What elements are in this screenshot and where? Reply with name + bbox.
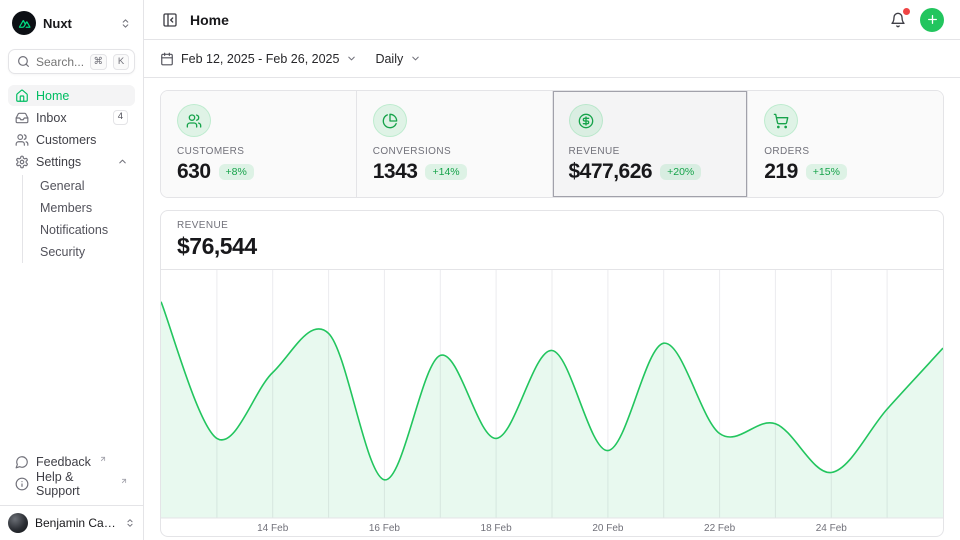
- sidebar: Nuxt ⌘ K Home: [0, 0, 144, 540]
- filters-toolbar: Feb 12, 2025 - Feb 26, 2025 Daily: [144, 40, 960, 78]
- inbox-icon: [15, 111, 29, 125]
- x-axis-tick-label: 18 Feb: [481, 523, 513, 534]
- user-name: Benjamin Canac: [35, 516, 118, 530]
- chart-pie-icon: [373, 104, 407, 137]
- period-select[interactable]: Daily: [375, 52, 421, 66]
- main-area: Home Feb 12, 2025 - Feb 26, 2025: [144, 0, 960, 540]
- chart-metric-label: REVENUE: [177, 220, 927, 231]
- sidebar-item-members[interactable]: Members: [23, 197, 135, 218]
- stat-value: 630: [177, 160, 211, 184]
- sidebar-item-general[interactable]: General: [23, 175, 135, 196]
- settings-subnav: General Members Notifications Security: [22, 175, 135, 263]
- delta-badge: +15%: [806, 164, 847, 181]
- sidebar-item-settings[interactable]: Settings: [8, 151, 135, 172]
- search-box[interactable]: ⌘ K: [8, 49, 135, 74]
- calendar-icon: [160, 52, 174, 66]
- revenue-chart-card: REVENUE $76,544 14 Feb 16 Feb 18 Feb 20 Feb…: [160, 210, 944, 537]
- chart-header: REVENUE $76,544: [161, 211, 943, 270]
- search-input[interactable]: [36, 55, 84, 69]
- circle-dollar-icon: [569, 104, 603, 137]
- sidebar-spacer: [8, 263, 135, 451]
- stat-value: $477,626: [569, 160, 653, 184]
- users-icon: [177, 104, 211, 137]
- avatar: [8, 513, 28, 533]
- stat-label: REVENUE: [569, 146, 732, 157]
- message-bubble-icon: [15, 455, 29, 469]
- sidebar-item-label: Settings: [36, 155, 81, 169]
- x-axis-tick-label: 24 Feb: [816, 523, 848, 534]
- users-icon: [15, 133, 29, 147]
- help-support-link[interactable]: Help & Support: [8, 473, 135, 494]
- sidebar-item-security[interactable]: Security: [23, 241, 135, 262]
- kbd-cmd: ⌘: [90, 54, 108, 70]
- page-title: Home: [190, 12, 229, 28]
- inbox-count-badge: 4: [113, 110, 128, 124]
- stat-label: CUSTOMERS: [177, 146, 340, 157]
- add-button[interactable]: [920, 8, 944, 32]
- kbd-k: K: [113, 54, 129, 70]
- sidebar-body: Nuxt ⌘ K Home: [0, 0, 143, 505]
- top-header: Home: [144, 0, 960, 40]
- cart-icon: [764, 104, 798, 137]
- chevrons-up-down-icon: [125, 518, 135, 528]
- panel-left-close-icon: [162, 12, 178, 28]
- sidebar-item-notifications[interactable]: Notifications: [23, 219, 135, 240]
- stat-card-customers[interactable]: CUSTOMERS 630 +8%: [161, 91, 356, 197]
- notifications-button[interactable]: [888, 10, 908, 30]
- stat-card-orders[interactable]: ORDERS 219 +15%: [747, 91, 943, 197]
- external-link-icon: [120, 477, 128, 485]
- collapse-sidebar-button[interactable]: [160, 10, 180, 30]
- dashboard-app: Nuxt ⌘ K Home: [0, 0, 960, 540]
- nuxt-logo-icon: [12, 11, 36, 35]
- chevron-down-icon: [410, 53, 421, 64]
- chevron-up-icon: [117, 156, 128, 167]
- stat-label: ORDERS: [764, 146, 927, 157]
- sidebar-item-customers[interactable]: Customers: [8, 129, 135, 150]
- delta-badge: +20%: [660, 164, 701, 181]
- sidebar-item-label: Inbox: [36, 111, 67, 125]
- chart-plot-area: 14 Feb 16 Feb 18 Feb 20 Feb 22 Feb 24 Feb: [161, 270, 943, 536]
- header-actions: [888, 8, 944, 32]
- gear-icon: [15, 155, 29, 169]
- delta-badge: +14%: [425, 164, 466, 181]
- chart-metric-value: $76,544: [177, 233, 927, 260]
- workspace-switcher[interactable]: Nuxt: [8, 8, 135, 38]
- stat-card-revenue[interactable]: REVENUE $477,626 +20%: [552, 91, 748, 197]
- content: CUSTOMERS 630 +8% CONVERSIONS 1343 +14%: [144, 78, 960, 540]
- date-range-picker[interactable]: Feb 12, 2025 - Feb 26, 2025: [160, 52, 357, 66]
- stat-card-conversions[interactable]: CONVERSIONS 1343 +14%: [356, 91, 552, 197]
- search-icon: [17, 55, 30, 68]
- x-axis-tick-label: 16 Feb: [369, 523, 401, 534]
- chevrons-up-down-icon: [120, 18, 131, 29]
- plus-icon: [926, 13, 939, 26]
- sidebar-nav: Home Inbox 4 Customers: [8, 85, 135, 263]
- period-label: Daily: [375, 52, 403, 66]
- stats-row: CUSTOMERS 630 +8% CONVERSIONS 1343 +14%: [160, 90, 944, 198]
- workspace-name: Nuxt: [43, 16, 72, 31]
- stat-label: CONVERSIONS: [373, 146, 536, 157]
- x-axis-tick-label: 22 Feb: [704, 523, 736, 534]
- home-icon: [15, 89, 29, 103]
- notification-dot: [903, 8, 910, 15]
- chevron-down-icon: [346, 53, 357, 64]
- sidebar-footer-links: Feedback Help & Support: [8, 451, 135, 495]
- stat-value: 219: [764, 160, 798, 184]
- sidebar-item-label: Customers: [36, 133, 96, 147]
- sidebar-item-inbox[interactable]: Inbox 4: [8, 107, 135, 128]
- date-range-label: Feb 12, 2025 - Feb 26, 2025: [181, 52, 339, 66]
- stat-value: 1343: [373, 160, 418, 184]
- sidebar-item-home[interactable]: Home: [8, 85, 135, 106]
- delta-badge: +8%: [219, 164, 254, 181]
- revenue-chart[interactable]: 14 Feb 16 Feb 18 Feb 20 Feb 22 Feb 24 Feb: [161, 270, 943, 536]
- sidebar-item-label: Home: [36, 89, 69, 103]
- external-link-icon: [99, 455, 107, 463]
- user-menu[interactable]: Benjamin Canac: [0, 505, 143, 540]
- feedback-label: Feedback: [36, 455, 91, 469]
- info-circle-icon: [15, 477, 29, 491]
- x-axis-tick-label: 20 Feb: [592, 523, 624, 534]
- help-support-label: Help & Support: [36, 470, 112, 498]
- x-axis-tick-label: 14 Feb: [257, 523, 289, 534]
